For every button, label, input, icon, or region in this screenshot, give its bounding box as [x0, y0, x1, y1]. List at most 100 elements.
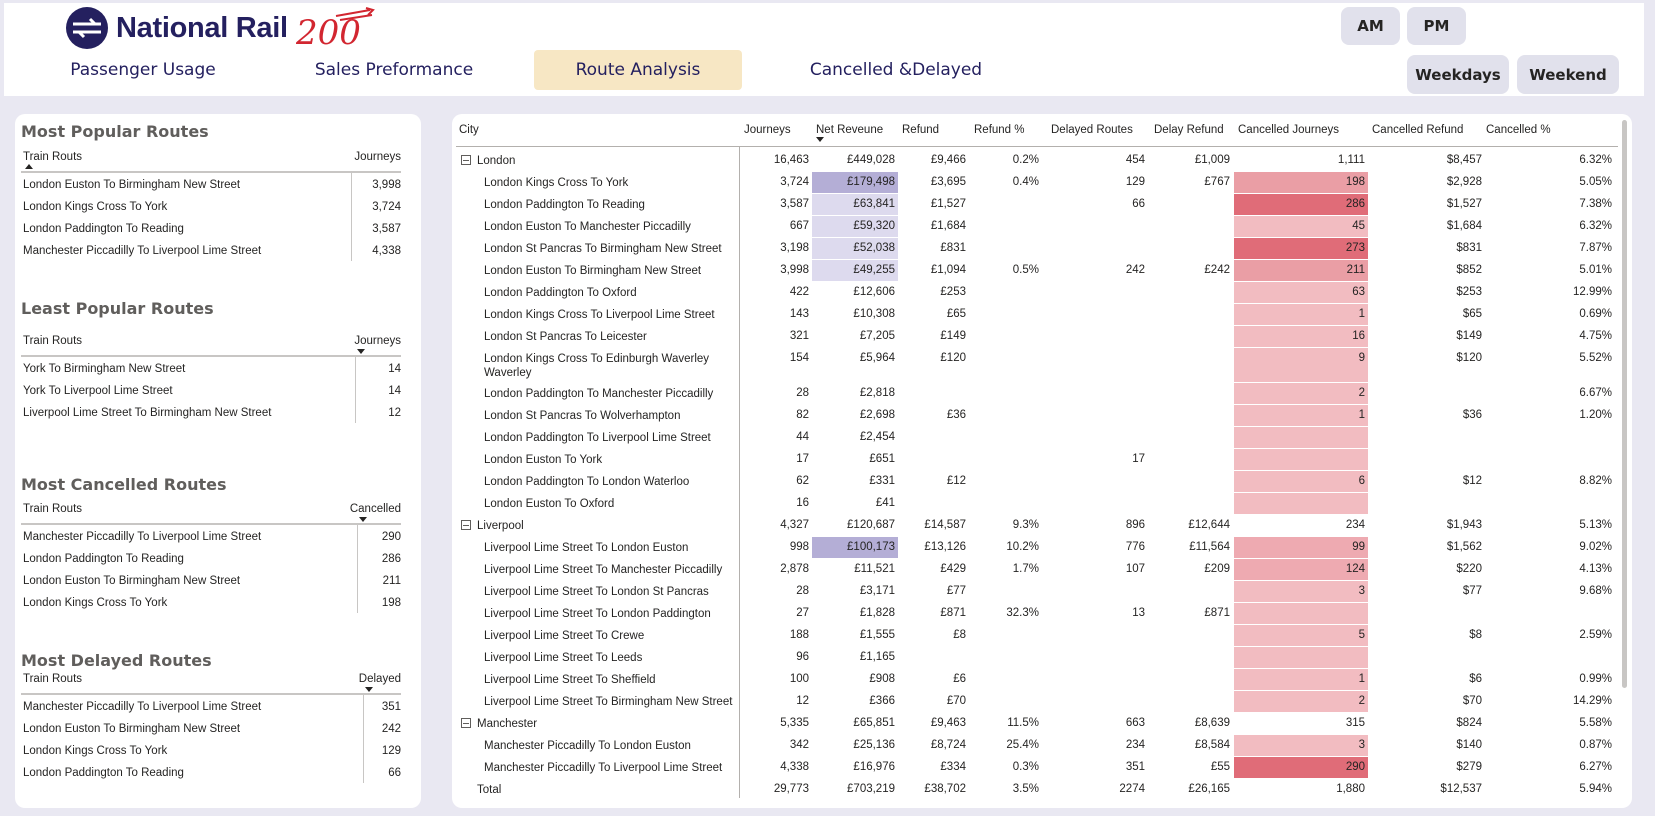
tab-route-analysis[interactable]: Route Analysis — [534, 50, 742, 90]
column-header-city[interactable]: City — [459, 124, 479, 136]
column-header-journeys[interactable]: Journeys — [744, 124, 791, 136]
table-row: London Kings Cross To York 3,724 £179,498 £… — [452, 172, 1622, 194]
column-header-route[interactable]: Train Routs — [23, 503, 82, 515]
city-cell: London St Pancras To Wolverhampton — [484, 410, 681, 422]
journeys-cell: 5,335 — [780, 717, 809, 729]
rev-cell: £65,851 — [853, 717, 895, 729]
rev-cell: £449,028 — [847, 154, 895, 166]
column-header-value[interactable]: Journeys — [354, 151, 401, 163]
am-button[interactable]: AM — [1341, 7, 1400, 45]
column-header-route[interactable]: Train Routs — [23, 335, 82, 347]
column-header-value[interactable]: Cancelled — [350, 503, 401, 515]
route-name: York To Birmingham New Street — [23, 363, 186, 375]
rev-cell: £651 — [869, 453, 895, 465]
refund-cell: £1,094 — [930, 264, 966, 276]
cj-cell: 99 — [1352, 541, 1365, 553]
refund-pct-cell: 9.3% — [1012, 519, 1039, 531]
column-header-delay-refund[interactable]: Delay Refund — [1154, 124, 1224, 136]
cr-cell: $8,457 — [1446, 154, 1482, 166]
table-row: London Paddington To Manchester Piccadil… — [452, 383, 1622, 405]
delay-refund-cell: £26,165 — [1188, 783, 1230, 795]
refund-pct-cell: 32.3% — [1006, 607, 1039, 619]
column-header-refund[interactable]: Refund — [902, 124, 939, 136]
refund-cell: £253 — [940, 286, 966, 298]
refund-cell: £3,695 — [930, 176, 966, 188]
collapse-icon[interactable] — [461, 520, 471, 530]
route-name: London Kings Cross To York — [23, 745, 168, 757]
column-header-net-revenue[interactable]: Net Reveune — [816, 124, 883, 136]
delay-refund-cell: £8,584 — [1194, 739, 1230, 751]
tab-cancelled-delayed[interactable]: Cancelled &Delayed — [796, 50, 996, 90]
delayed-cell: 663 — [1125, 717, 1145, 729]
column-header-route[interactable]: Train Routs — [23, 673, 82, 685]
journeys-cell: 12 — [796, 695, 809, 707]
weekdays-button[interactable]: Weekdays — [1407, 55, 1509, 94]
collapse-icon[interactable] — [461, 718, 471, 728]
cj-cell: 290 — [1345, 761, 1365, 773]
cpct-cell: 14.29% — [1572, 695, 1612, 707]
table-row: London Euston To Manchester Piccadilly 66… — [452, 216, 1622, 238]
most-popular-routes: Most Popular Routes Train Routs Journeys… — [21, 122, 411, 261]
route-name: London Paddington To Reading — [23, 223, 184, 235]
cpct-cell: 8.82% — [1579, 475, 1612, 487]
rev-cell: £49,255 — [853, 264, 895, 276]
collapse-icon[interactable] — [461, 155, 471, 165]
tab-passenger-usage[interactable]: Passenger Usage — [68, 50, 218, 90]
refund-cell: £149 — [940, 330, 966, 342]
column-header-value[interactable]: Journeys — [354, 335, 401, 347]
table-row: Manchester Piccadilly To London Euston 34… — [452, 735, 1622, 757]
table-row: Manchester Piccadilly To Liverpool Lime … — [21, 697, 401, 719]
column-header-cancelled-refund[interactable]: Cancelled Refund — [1372, 124, 1463, 136]
route-value: 3,587 — [372, 223, 401, 235]
column-header-refund-pct[interactable]: Refund % — [974, 124, 1025, 136]
refund-cell: £9,466 — [930, 154, 966, 166]
cj-cell: 315 — [1345, 717, 1365, 729]
rev-cell: £179,498 — [847, 176, 895, 188]
refund-pct-cell: 1.7% — [1012, 563, 1039, 575]
table-row: York To Birmingham New Street 14 — [21, 359, 401, 381]
table-row: Liverpool Lime Street To London Euston 99… — [452, 537, 1622, 559]
column-header-cancelled-journeys[interactable]: Cancelled Journeys — [1238, 124, 1339, 136]
refund-pct-cell: 25.4% — [1006, 739, 1039, 751]
delay-refund-cell: £11,564 — [1189, 541, 1230, 553]
delay-refund-cell: £1,009 — [1194, 154, 1230, 166]
rev-cell: £3,171 — [859, 585, 895, 597]
delay-refund-cell: £242 — [1204, 264, 1230, 276]
column-header-value[interactable]: Delayed — [359, 673, 401, 685]
cj-cell: 1 — [1358, 673, 1365, 685]
journeys-cell: 2,878 — [780, 563, 809, 575]
cancelled-highlight — [1234, 735, 1368, 756]
table-row: Liverpool Lime Street To Leeds 96 £1,165 — [452, 647, 1622, 669]
cj-cell: 5 — [1358, 629, 1365, 641]
cj-cell: 63 — [1352, 286, 1365, 298]
route-name: London Kings Cross To York — [23, 201, 168, 213]
city-cell: London Euston To Oxford — [484, 498, 615, 510]
rev-cell: £1,555 — [859, 629, 895, 641]
rev-cell: £1,828 — [859, 607, 895, 619]
refund-cell: £13,126 — [924, 541, 966, 553]
table-row: London Euston To Birmingham New Street 24… — [21, 719, 401, 741]
city-cell: Liverpool Lime Street To Sheffield — [484, 674, 656, 686]
tab-sales-performance[interactable]: Sales Preformance — [306, 50, 482, 90]
pm-button[interactable]: PM — [1407, 7, 1466, 45]
weekend-button[interactable]: Weekend — [1517, 55, 1619, 94]
route-value: 14 — [388, 385, 401, 397]
route-value: 290 — [381, 531, 401, 543]
table-header: Train Routs Delayed — [21, 669, 401, 695]
least-popular-routes: Least Popular Routes Train Routs Journey… — [21, 299, 411, 423]
refund-cell: £871 — [940, 607, 966, 619]
journeys-cell: 29,773 — [773, 783, 809, 795]
city-cell: Liverpool Lime Street To Manchester Picc… — [484, 564, 723, 576]
column-header-route[interactable]: Train Routs — [23, 151, 82, 163]
cpct-cell: 4.13% — [1579, 563, 1612, 575]
refund-cell: £334 — [940, 761, 966, 773]
table-row: Liverpool Lime Street To Birmingham New … — [452, 691, 1622, 713]
column-header-cancelled-pct[interactable]: Cancelled % — [1486, 124, 1551, 136]
city-cell: London St Pancras To Leicester — [484, 331, 647, 343]
cpct-cell: 12.99% — [1572, 286, 1612, 298]
journeys-cell: 28 — [796, 387, 809, 399]
vertical-scrollbar[interactable] — [1622, 120, 1627, 688]
city-cell: Manchester Piccadilly To London Euston — [484, 740, 691, 752]
column-header-delayed-routes[interactable]: Delayed Routes — [1051, 124, 1133, 136]
cpct-cell: 5.01% — [1579, 264, 1612, 276]
